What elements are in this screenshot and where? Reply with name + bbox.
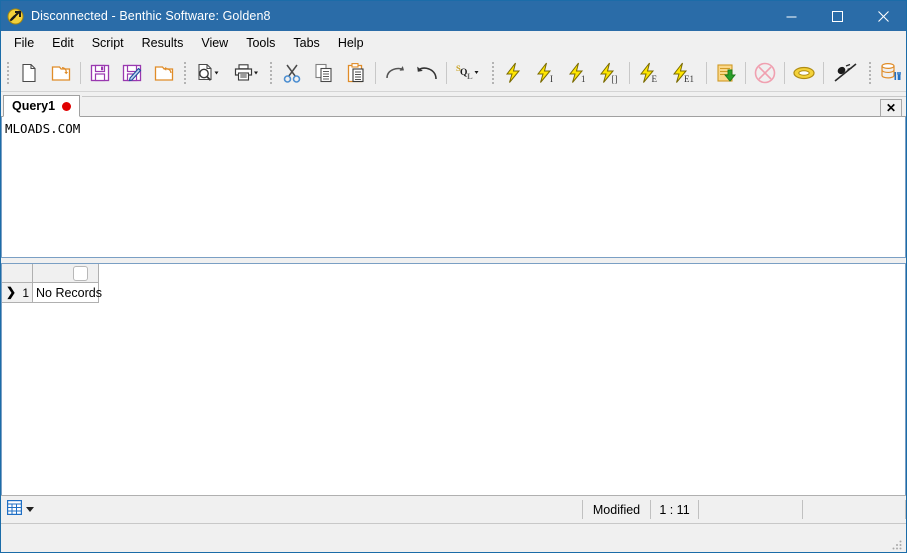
grid-view-selector[interactable] (1, 496, 34, 523)
status-bar: Modified 1 : 11 (1, 495, 906, 523)
results-grid: ❯ 1 No Records (2, 264, 102, 303)
execute-subscript-block: [] (612, 74, 618, 84)
status-blank-2 (802, 500, 906, 519)
menu-bar: File Edit Script Results View Tools Tabs… (1, 31, 906, 55)
tab-strip-empty-area: ✕ (82, 96, 906, 117)
current-row-arrow-icon: ❯ (6, 285, 17, 299)
tab-query1[interactable]: Query1 (3, 95, 81, 117)
resize-grip[interactable] (891, 538, 903, 550)
menu-item-tools[interactable]: Tools (237, 33, 284, 54)
menu-item-results[interactable]: Results (133, 33, 193, 54)
save-icon[interactable] (84, 57, 116, 89)
execute-immediate-icon[interactable]: I (530, 57, 562, 89)
toolbar-grip-2[interactable] (182, 60, 188, 86)
menu-item-help[interactable]: Help (329, 33, 373, 54)
toolbar-separator-5 (706, 62, 707, 84)
sql-editor[interactable]: MLOADS.COM (1, 117, 906, 258)
toolbar-grip-5[interactable] (867, 60, 873, 86)
print-preview-icon[interactable] (190, 57, 228, 89)
window-controls (768, 1, 906, 31)
undo-icon[interactable] (411, 57, 443, 89)
clear-icon[interactable] (827, 57, 865, 89)
main-toolbar: S Q L I 1 [] E E1 (1, 55, 906, 92)
minimize-button[interactable] (768, 1, 814, 31)
window-title: Disconnected - Benthic Software: Golden8 (31, 9, 271, 23)
copy-icon[interactable] (308, 57, 340, 89)
grid-header-row (2, 264, 99, 283)
execute-subscript-e1: E1 (684, 74, 694, 84)
status-cursor-position: 1 : 11 (650, 500, 698, 519)
row-number: 1 (22, 285, 29, 300)
tab-modified-dot (62, 101, 72, 111)
chevron-down-icon[interactable] (26, 507, 34, 512)
toolbar-grip-4[interactable] (490, 60, 496, 86)
table-row[interactable]: ❯ 1 No Records (2, 283, 102, 303)
execute-explain-one-icon[interactable]: E1 (665, 57, 703, 89)
status-blank-1 (698, 500, 802, 519)
toolbar-separator-8 (823, 62, 824, 84)
sql-format-icon[interactable]: S Q L (450, 57, 488, 89)
close-tab-button[interactable]: ✕ (880, 99, 902, 117)
execute-block-icon[interactable]: [] (594, 57, 626, 89)
row-indicator[interactable]: ❯ 1 (2, 283, 33, 303)
redo-icon[interactable] (379, 57, 411, 89)
toolbar-separator-2 (375, 62, 376, 84)
menu-item-tabs[interactable]: Tabs (284, 33, 328, 54)
execute-one-icon[interactable]: 1 (562, 57, 594, 89)
toolbar-grip-3[interactable] (268, 60, 274, 86)
grid-corner-cell[interactable] (2, 264, 33, 283)
database-tools-icon[interactable] (875, 57, 907, 89)
status-bar-spacer (34, 496, 582, 523)
toolbar-separator-4 (629, 62, 630, 84)
print-icon[interactable] (228, 57, 266, 89)
grid-cell[interactable]: No Records (33, 283, 102, 303)
execute-subscript-e: E (652, 74, 658, 84)
toolbar-separator-6 (745, 62, 746, 84)
export-data-icon[interactable] (710, 57, 742, 89)
status-modified: Modified (582, 500, 650, 519)
execute-subscript-i: I (550, 74, 553, 84)
editor-content[interactable]: MLOADS.COM (2, 117, 905, 137)
window-bottom-strip (1, 523, 906, 552)
execute-subscript-1: 1 (581, 74, 586, 84)
toolbar-separator-7 (784, 62, 785, 84)
grid-column-header[interactable] (33, 264, 99, 283)
tab-label: Query1 (12, 99, 56, 113)
title-bar: Disconnected - Benthic Software: Golden8 (1, 1, 906, 31)
maximize-button[interactable] (814, 1, 860, 31)
column-selector-knob[interactable] (73, 265, 88, 281)
menu-item-script[interactable]: Script (83, 33, 133, 54)
execute-explain-icon[interactable]: E (633, 57, 665, 89)
menu-item-edit[interactable]: Edit (43, 33, 83, 54)
cut-icon[interactable] (276, 57, 308, 89)
new-file-icon[interactable] (13, 57, 45, 89)
svg-text:L: L (467, 71, 473, 81)
app-golden-icon (7, 8, 24, 25)
results-grid-pane[interactable]: ❯ 1 No Records (1, 263, 906, 495)
menu-item-file[interactable]: File (5, 33, 43, 54)
commit-ring-icon[interactable] (788, 57, 820, 89)
menu-item-view[interactable]: View (192, 33, 237, 54)
toolbar-grip[interactable] (5, 60, 11, 86)
revert-icon[interactable] (148, 57, 180, 89)
grid-view-icon (6, 499, 23, 520)
application-window: Disconnected - Benthic Software: Golden8 (0, 0, 907, 553)
open-file-icon[interactable] (45, 57, 77, 89)
tab-strip: Query1 ✕ (1, 92, 906, 117)
cancel-query-icon[interactable] (749, 57, 781, 89)
save-as-icon[interactable] (116, 57, 148, 89)
paste-icon[interactable] (340, 57, 372, 89)
close-button[interactable] (860, 1, 906, 31)
toolbar-separator (80, 62, 81, 84)
toolbar-separator-3 (446, 62, 447, 84)
execute-icon[interactable] (498, 57, 530, 89)
